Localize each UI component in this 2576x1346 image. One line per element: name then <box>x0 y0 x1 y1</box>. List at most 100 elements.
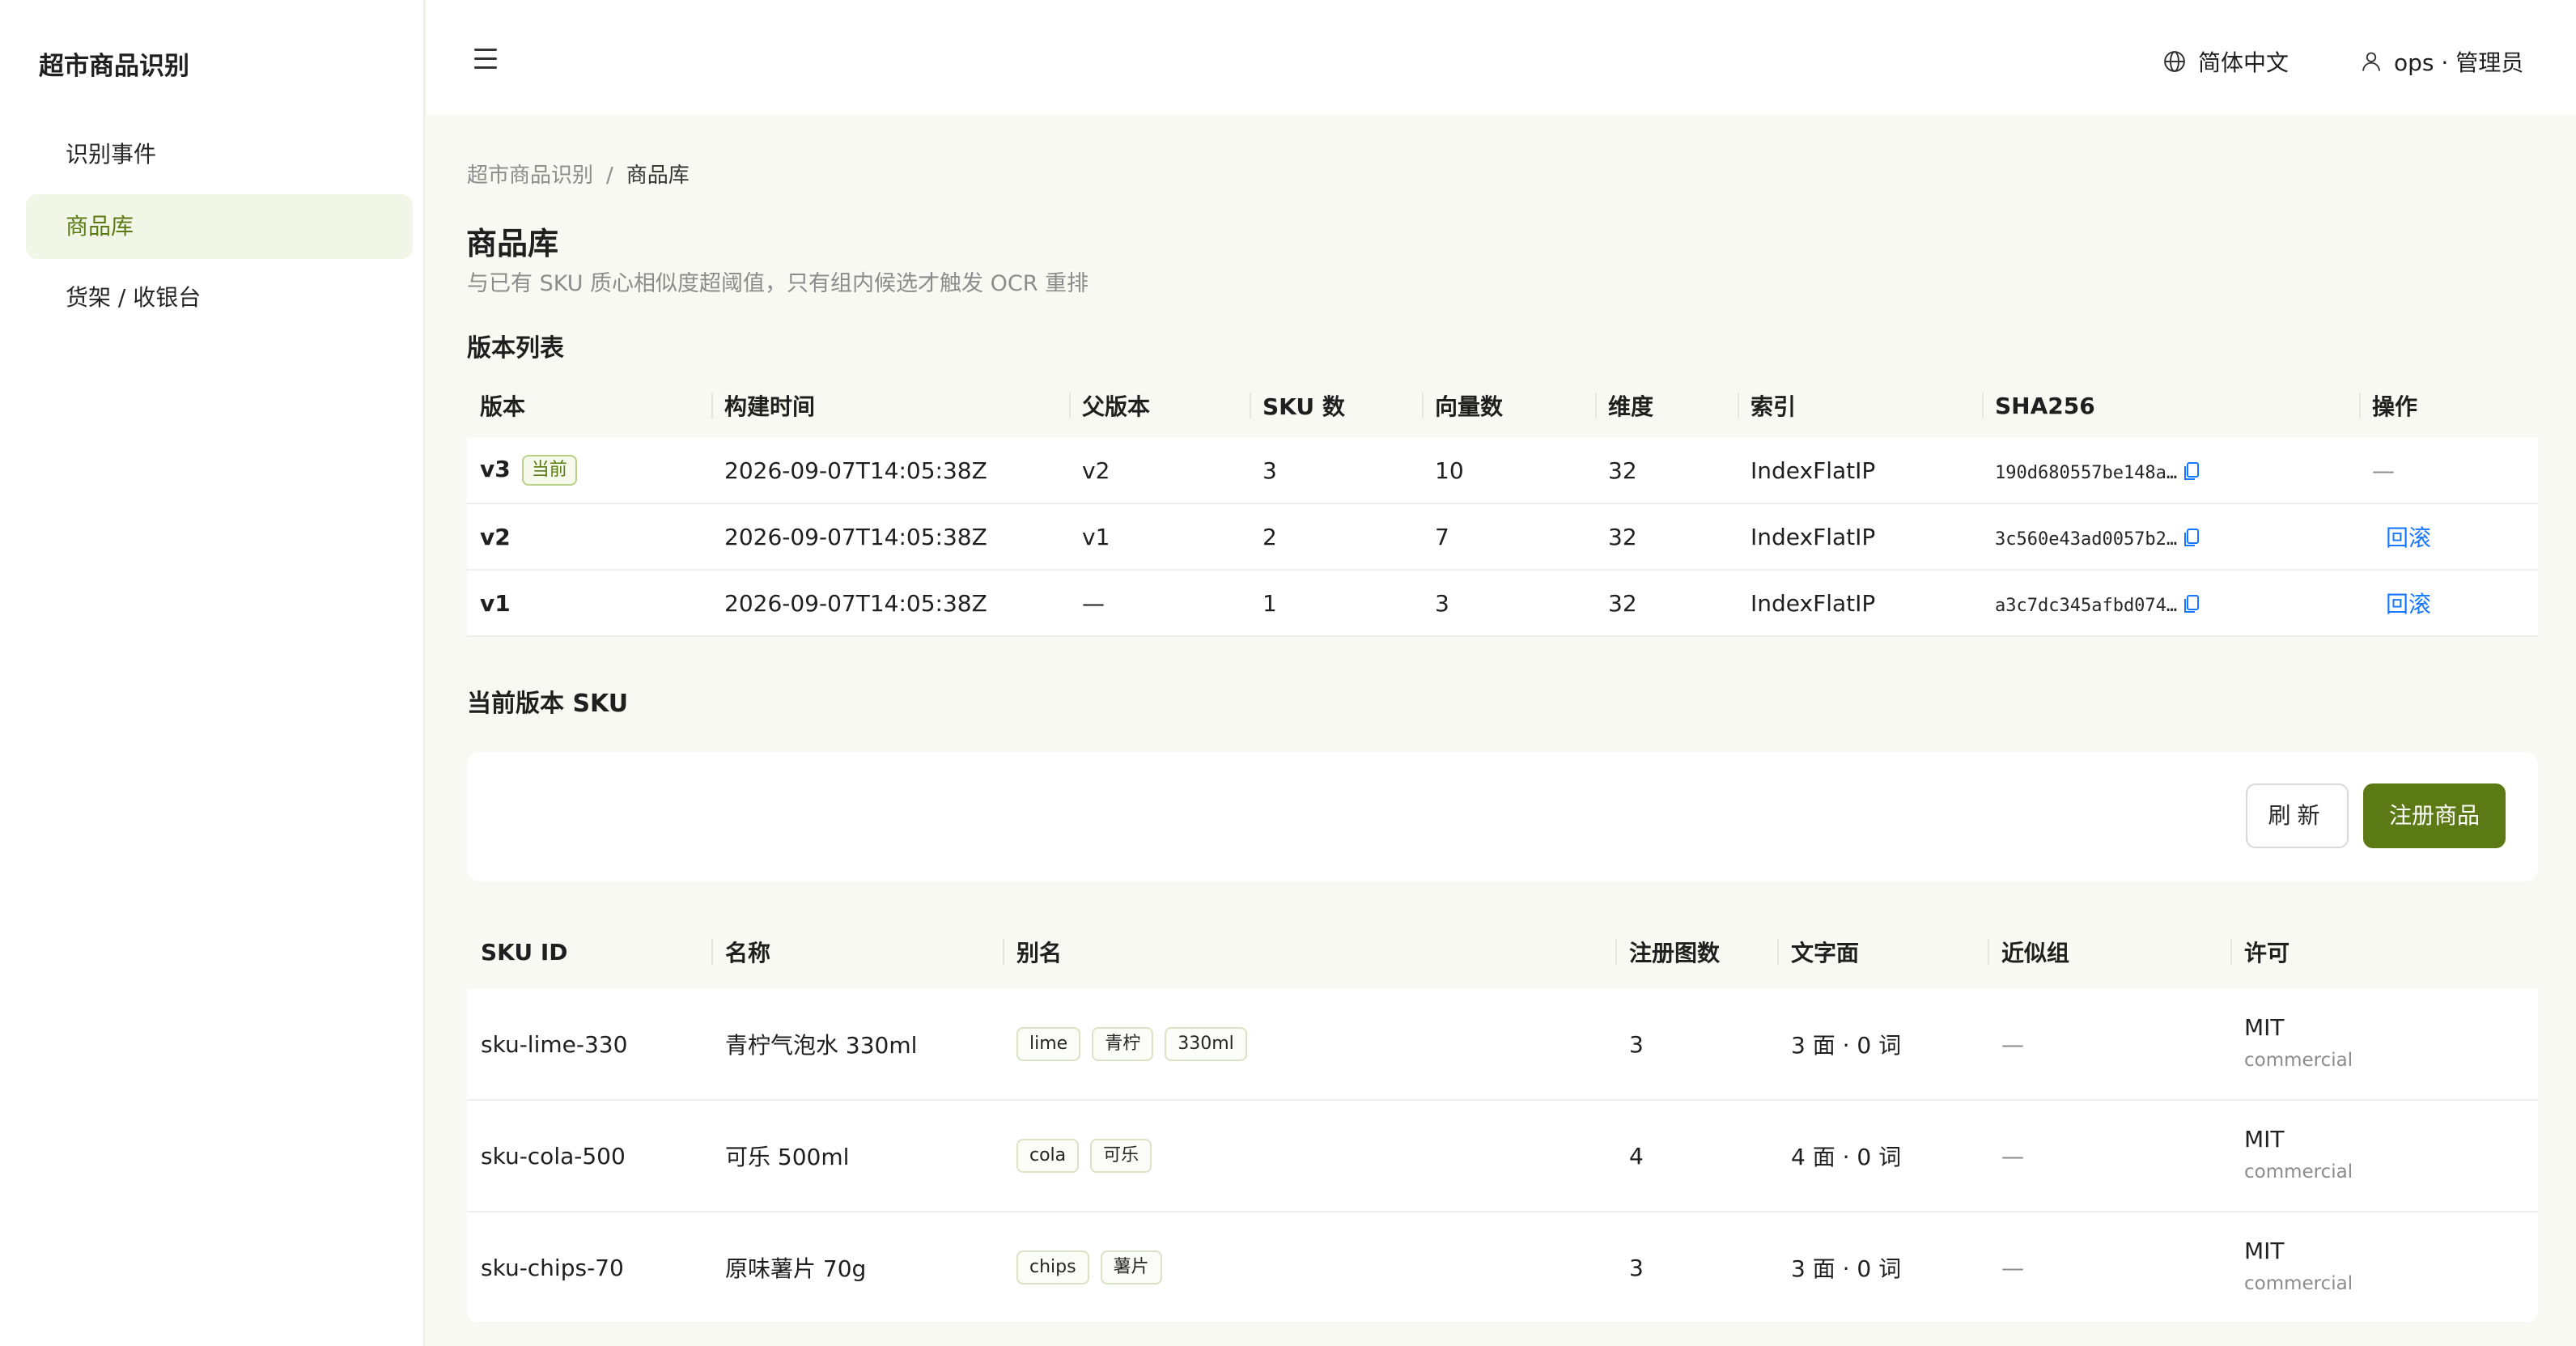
user-icon <box>2362 52 2380 71</box>
globe-icon <box>2164 51 2185 72</box>
sha256-value: a3c7dc345afbd074… <box>1995 595 2178 616</box>
language-switcher[interactable]: 简体中文 <box>2162 45 2289 78</box>
user-label: ops · 管理员 <box>2394 49 2524 76</box>
similar-group: — <box>1988 1212 2230 1323</box>
page-description: 与已有 SKU 质心相似度超阈值，只有组内候选才触发 OCR 重排 <box>467 271 1089 296</box>
sku-name: 青柠气泡水 330ml <box>711 989 1003 1101</box>
index-type: IndexFlatIP <box>1738 570 1982 637</box>
versions-header-row: 版本 构建时间 父版本 SKU 数 向量数 维度 索引 SHA256 操作 <box>467 373 2538 438</box>
versions-table: 版本 构建时间 父版本 SKU 数 向量数 维度 索引 SHA256 操作 v3… <box>467 373 2538 637</box>
sidebar: 超市商品识别 识别事件 商品库 货架 / 收银台 <box>0 0 425 1346</box>
column-header: 向量数 <box>1422 373 1595 438</box>
sku-count: 1 <box>1250 570 1422 637</box>
alias-tag: chips <box>1016 1250 1089 1284</box>
breadcrumb: 超市商品识别 / 商品库 <box>467 159 690 189</box>
column-header: 注册图数 <box>1615 915 1777 989</box>
user-menu[interactable]: ops · 管理员 <box>2360 45 2523 78</box>
page-title: 商品库 <box>466 226 559 261</box>
column-header: 索引 <box>1738 373 1982 438</box>
sku-toolbar: 刷新 注册商品 <box>467 752 2538 881</box>
similar-group: — <box>1988 989 2230 1101</box>
column-header: 维度 <box>1595 373 1738 438</box>
column-header: 构建时间 <box>711 373 1069 438</box>
sku-id: sku-chips-70 <box>467 1212 711 1323</box>
row-action: — <box>2359 438 2538 504</box>
current-badge: 当前 <box>521 455 577 486</box>
image-count: 3 <box>1615 1212 1777 1323</box>
vector-count: 10 <box>1422 438 1595 504</box>
text-faces: 4 面 · 0 词 <box>1777 1100 1988 1212</box>
sha256-value: 3c560e43ad0057b2… <box>1995 529 2178 550</box>
parent-version: v1 <box>1069 503 1250 571</box>
sidebar-item-label: 商品库 <box>66 213 134 240</box>
column-header: 别名 <box>1003 915 1615 989</box>
text-faces: 3 面 · 0 词 <box>1777 1212 1988 1323</box>
rollback-link[interactable]: 回滚 <box>2386 524 2431 551</box>
dimension: 32 <box>1595 570 1738 637</box>
app-title: 超市商品识别 <box>39 52 189 81</box>
version-label: v3 <box>480 456 511 482</box>
parent-version: v2 <box>1069 438 1250 504</box>
table-row: sku-cola-500 可乐 500ml cola 可乐 4 4 面 · 0 词… <box>467 1100 2538 1212</box>
column-header: 许可 <box>2230 915 2538 989</box>
parent-version: — <box>1069 570 1250 637</box>
text-faces: 3 面 · 0 词 <box>1777 989 1988 1101</box>
index-type: IndexFlatIP <box>1738 438 1982 504</box>
alias-tag: lime <box>1016 1027 1081 1061</box>
sku-id: sku-cola-500 <box>467 1100 711 1212</box>
sku-header-row: SKU ID 名称 别名 注册图数 文字面 近似组 许可 <box>467 915 2538 989</box>
version-label: v2 <box>480 523 511 550</box>
license-type: commercial <box>2244 1273 2353 1294</box>
rollback-link[interactable]: 回滚 <box>2386 591 2431 618</box>
alias-tag: 青柠 <box>1092 1027 1154 1061</box>
alias-tag: 可乐 <box>1090 1139 1152 1173</box>
copy-icon[interactable] <box>2183 594 2200 614</box>
sku-table: SKU ID 名称 别名 注册图数 文字面 近似组 许可 sku-lime-33… <box>467 915 2538 1323</box>
dimension: 32 <box>1595 438 1738 504</box>
build-time: 2026-09-07T14:05:38Z <box>711 570 1069 637</box>
table-row: v3 当前 2026-09-07T14:05:38Z v2 3 10 32 Ind… <box>467 438 2538 504</box>
alias-tag: 薯片 <box>1100 1250 1162 1284</box>
alias-tag: cola <box>1016 1139 1080 1173</box>
column-header: SKU 数 <box>1250 373 1422 438</box>
copy-icon[interactable] <box>2183 528 2200 548</box>
sku-section-title: 当前版本 SKU <box>467 690 629 718</box>
sku-name: 原味薯片 70g <box>711 1212 1003 1323</box>
sidebar-item-recognition-events[interactable]: 识别事件 <box>26 122 413 187</box>
vector-count: 3 <box>1422 570 1595 637</box>
column-header: SHA256 <box>1982 373 2359 438</box>
sku-id: sku-lime-330 <box>467 989 711 1101</box>
breadcrumb-current: 商品库 <box>626 163 690 188</box>
license-type: commercial <box>2244 1050 2353 1071</box>
sku-count: 3 <box>1250 438 1422 504</box>
sidebar-item-product-library[interactable]: 商品库 <box>26 194 413 259</box>
column-header: 近似组 <box>1988 915 2230 989</box>
build-time: 2026-09-07T14:05:38Z <box>711 438 1069 504</box>
register-product-button[interactable]: 注册商品 <box>2363 783 2506 848</box>
column-header: 文字面 <box>1777 915 1988 989</box>
column-header: SKU ID <box>467 915 711 989</box>
build-time: 2026-09-07T14:05:38Z <box>711 503 1069 571</box>
sku-count: 2 <box>1250 503 1422 571</box>
breadcrumb-separator: / <box>606 163 613 188</box>
menu-toggle-icon[interactable] <box>474 49 499 70</box>
refresh-button[interactable]: 刷新 <box>2246 783 2349 848</box>
license: MIT <box>2244 1126 2285 1153</box>
versions-section-title: 版本列表 <box>467 334 564 363</box>
image-count: 3 <box>1615 989 1777 1101</box>
breadcrumb-root[interactable]: 超市商品识别 <box>467 163 593 188</box>
license: MIT <box>2244 1238 2285 1264</box>
table-row: sku-lime-330 青柠气泡水 330ml lime 青柠 330ml 3 3… <box>467 989 2538 1101</box>
sha256-value: 190d680557be148a… <box>1995 462 2178 483</box>
column-header: 操作 <box>2359 373 2538 438</box>
copy-icon[interactable] <box>2183 461 2200 482</box>
sidebar-item-label: 识别事件 <box>66 141 157 168</box>
sidebar-item-shelf-checkout[interactable]: 货架 / 收银台 <box>26 265 413 330</box>
table-row: v1 2026-09-07T14:05:38Z — 1 3 32 IndexFl… <box>467 570 2538 637</box>
alias-tag: 330ml <box>1165 1027 1247 1061</box>
similar-group: — <box>1988 1100 2230 1212</box>
dimension: 32 <box>1595 503 1738 571</box>
language-label: 简体中文 <box>2198 49 2290 76</box>
table-row: sku-chips-70 原味薯片 70g chips 薯片 3 3 面 · 0 … <box>467 1212 2538 1323</box>
vector-count: 7 <box>1422 503 1595 571</box>
